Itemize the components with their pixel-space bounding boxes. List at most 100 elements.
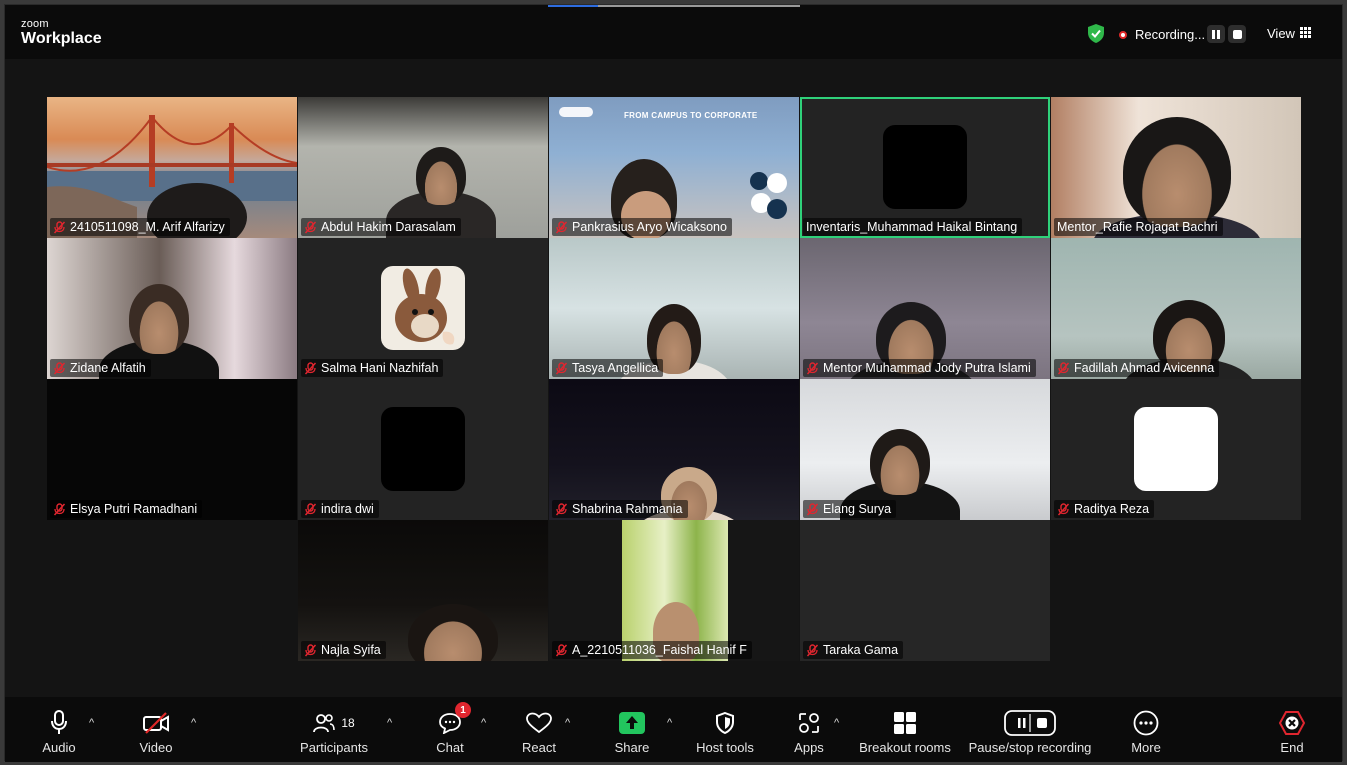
participant-name: Abdul Hakim Darasalam: [321, 220, 456, 234]
end-meeting-button[interactable]: End: [1272, 697, 1312, 762]
participant-name: Elsya Putri Ramadhani: [70, 502, 198, 516]
participant-name: indira dwi: [321, 502, 374, 516]
participant-tile[interactable]: Najla Syifa: [298, 520, 548, 661]
participant-name: Tasya Angellica: [572, 361, 659, 375]
participant-name-bar: Abdul Hakim Darasalam: [301, 218, 461, 236]
muted-microphone-icon: [1057, 502, 1070, 516]
participant-tile[interactable]: Elsya Putri Ramadhani: [47, 379, 297, 520]
participant-name: Shabrina Rahmania: [572, 502, 683, 516]
recording-status: Recording...: [1135, 27, 1206, 42]
audio-options-caret-icon[interactable]: ^: [89, 717, 94, 729]
participant-name-bar: A_2210511036_Faishal Hanif F: [552, 641, 752, 659]
stop-recording-button[interactable]: [1228, 25, 1246, 43]
encryption-shield-icon[interactable]: [1087, 24, 1105, 43]
react-label: React: [522, 740, 556, 755]
participants-count: 18: [341, 716, 355, 730]
participant-tile[interactable]: Taraka Gama: [800, 520, 1050, 661]
participants-button[interactable]: 18 Participants: [299, 697, 369, 762]
apps-button[interactable]: Apps: [789, 697, 829, 762]
participant-tile[interactable]: Salma Hani Nazhifah: [298, 238, 548, 379]
participants-options-caret-icon[interactable]: ^: [387, 717, 392, 729]
stop-icon: [1232, 29, 1242, 39]
slide-graphic-icon: [750, 172, 787, 219]
participant-tile[interactable]: Shabrina Rahmania: [549, 379, 799, 520]
muted-microphone-icon: [806, 643, 819, 657]
meeting-toolbar: Audio ^ Video ^ 18 Participants ^ 1 Chat…: [5, 697, 1342, 762]
host-tools-button[interactable]: Host tools: [690, 697, 760, 762]
participant-name-bar: 2410511098_M. Arif Alfarizy: [50, 218, 230, 236]
participants-label: Participants: [300, 740, 368, 755]
participant-tile[interactable]: Zidane Alfatih: [47, 238, 297, 379]
chat-options-caret-icon[interactable]: ^: [481, 717, 486, 729]
participant-tile[interactable]: Elang Surya: [800, 379, 1050, 520]
participant-name: Najla Syifa: [321, 643, 381, 657]
chat-unread-badge: 1: [455, 702, 471, 718]
share-button[interactable]: Share: [612, 697, 652, 762]
share-options-caret-icon[interactable]: ^: [667, 717, 672, 729]
muted-microphone-icon: [555, 502, 568, 516]
participant-tile[interactable]: FROM CAMPUS TO CORPORATE Pankrasius Aryo …: [549, 97, 799, 238]
apps-label: Apps: [794, 740, 824, 755]
video-off-icon: [143, 712, 169, 734]
slide-logo: [559, 107, 593, 117]
audio-button[interactable]: Audio: [39, 697, 79, 762]
participant-tile[interactable]: Fadillah Ahmad Avicenna: [1051, 238, 1301, 379]
participant-avatar: [1134, 407, 1218, 491]
participant-name: Salma Hani Nazhifah: [321, 361, 439, 375]
participant-avatar: [883, 125, 967, 209]
participant-name: Raditya Reza: [1074, 502, 1150, 516]
muted-microphone-icon: [53, 502, 66, 516]
participant-video-person: [416, 147, 466, 205]
participant-tile[interactable]: Inventaris_Muhammad Haikal Bintang: [800, 97, 1050, 238]
participant-tile[interactable]: Raditya Reza: [1051, 379, 1301, 520]
participant-tile[interactable]: Mentor Muhammad Jody Putra Islami: [800, 238, 1050, 379]
video-options-caret-icon[interactable]: ^: [191, 717, 196, 729]
chat-button[interactable]: 1 Chat: [430, 697, 471, 762]
logo-bottom-text: Workplace: [21, 30, 102, 47]
muted-microphone-icon: [555, 643, 568, 657]
pause-recording-button[interactable]: [1207, 25, 1225, 43]
participant-name-bar: Taraka Gama: [803, 641, 904, 659]
muted-microphone-icon: [53, 361, 66, 375]
recording-label: Pause/stop recording: [968, 740, 1092, 755]
video-label: Video: [139, 740, 173, 755]
recording-controls-icon: [1004, 710, 1056, 736]
share-indicator-track: [598, 5, 800, 7]
video-button[interactable]: Video: [136, 697, 176, 762]
muted-microphone-icon: [555, 361, 568, 375]
participant-video-person: [870, 429, 930, 495]
participant-name-bar: Zidane Alfatih: [50, 359, 151, 377]
pause-stop-recording-button[interactable]: Pause/stop recording: [967, 697, 1093, 762]
participant-name: Taraka Gama: [823, 643, 899, 657]
participant-tile[interactable]: A_2210511036_Faishal Hanif F: [549, 520, 799, 661]
apps-options-caret-icon[interactable]: ^: [834, 717, 839, 729]
breakout-rooms-icon: [894, 712, 916, 734]
participant-name: Pankrasius Aryo Wicaksono: [572, 220, 727, 234]
participant-tile[interactable]: Abdul Hakim Darasalam: [298, 97, 548, 238]
participant-tile[interactable]: Tasya Angellica: [549, 238, 799, 379]
participant-avatar: [381, 407, 465, 491]
participant-name-bar: Elang Surya: [803, 500, 897, 518]
participant-name: Fadillah Ahmad Avicenna: [1074, 361, 1215, 375]
participant-tile[interactable]: Mentor_Rafie Rojagat Bachri: [1051, 97, 1301, 238]
share-indicator-line: [548, 5, 598, 7]
participant-name-bar: Fadillah Ahmad Avicenna: [1054, 359, 1220, 377]
logo-top-text: zoom: [21, 18, 49, 30]
host-tools-label: Host tools: [696, 740, 754, 755]
muted-microphone-icon: [1057, 361, 1070, 375]
top-bar: zoom Workplace Recording... View: [5, 5, 1342, 59]
more-button[interactable]: More: [1126, 697, 1166, 762]
breakout-rooms-button[interactable]: Breakout rooms: [857, 697, 953, 762]
react-options-caret-icon[interactable]: ^: [565, 717, 570, 729]
grid-view-icon[interactable]: [1300, 27, 1311, 38]
participant-tile[interactable]: indira dwi: [298, 379, 548, 520]
zoom-workplace-logo: zoom Workplace: [21, 19, 102, 47]
participant-tile[interactable]: 2410511098_M. Arif Alfarizy: [47, 97, 297, 238]
view-button[interactable]: View: [1267, 26, 1295, 41]
react-button[interactable]: React: [519, 697, 559, 762]
more-icon: [1133, 710, 1159, 736]
participant-name: Inventaris_Muhammad Haikal Bintang: [806, 220, 1018, 234]
participant-name: Elang Surya: [823, 502, 892, 516]
participant-video-person: [408, 604, 498, 661]
participant-name-bar: Raditya Reza: [1054, 500, 1155, 518]
